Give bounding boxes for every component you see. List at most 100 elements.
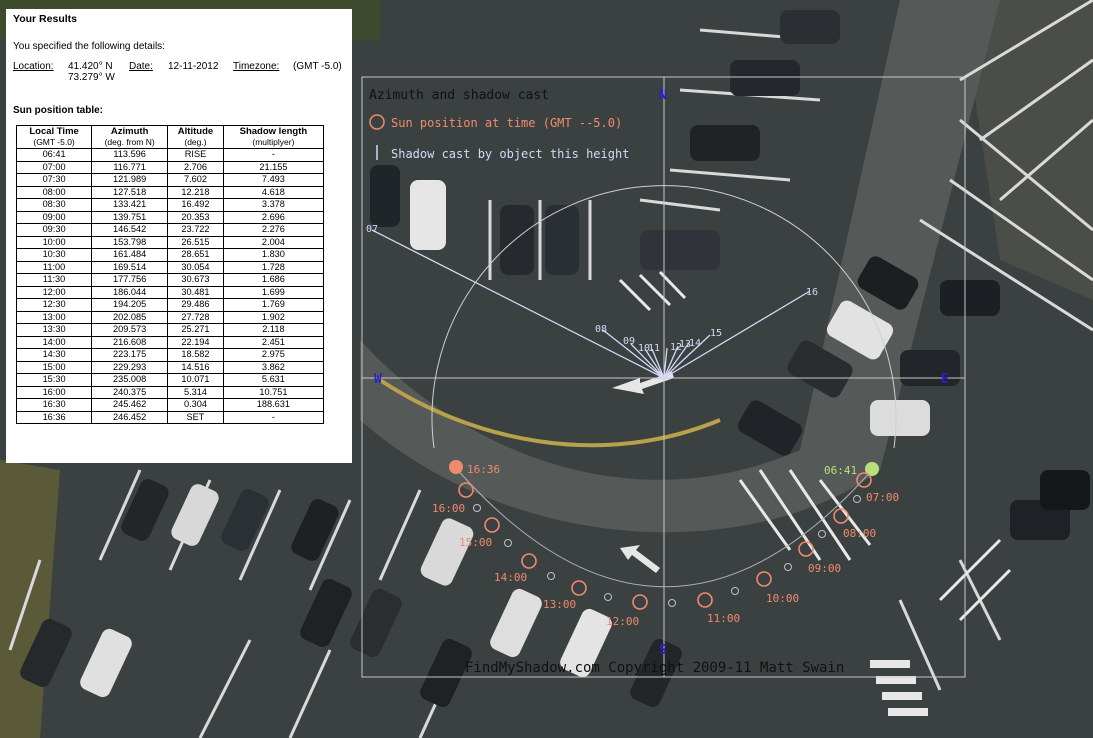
table-row: 15:30 235.008 10.071 5.631 (15, 373, 325, 387)
table-cell: 29.486 (167, 298, 224, 312)
sun-time-label: 06:41 (824, 464, 857, 477)
results-panel: Your Results You specified the following… (6, 9, 352, 463)
table-row: 14:00 216.608 22.194 2.451 (15, 335, 325, 349)
table-row: 11:30 177.756 30.673 1.686 (15, 273, 325, 287)
shadow-hour-label: 11 (648, 343, 660, 354)
column-subtitle: (multiplyer) (252, 137, 295, 147)
table-row: 09:30 146.542 23.722 2.276 (15, 223, 325, 237)
table-cell: 09:30 (15, 223, 93, 237)
shadow-hour-label: 16 (806, 287, 818, 298)
table-row: 12:30 194.205 29.486 1.769 (15, 298, 325, 312)
table-cell: 27.728 (167, 310, 224, 324)
table-cell: 245.462 (91, 398, 169, 412)
sun-time-label: 13:00 (543, 598, 576, 611)
table-cell: 30.054 (167, 260, 224, 274)
table-cell: 25.271 (167, 323, 224, 337)
sun-time-label: 16:36 (467, 463, 500, 476)
table-row: 13:00 202.085 27.728 1.902 (15, 310, 325, 324)
shadow-hour-label: 14 (689, 338, 701, 349)
shadow-hour-label: 09 (623, 336, 635, 347)
table-cell: 139.751 (91, 210, 169, 224)
table-cell: 177.756 (91, 273, 169, 287)
sunset-marker (449, 460, 463, 474)
timezone-value: (GMT -5.0) (293, 61, 342, 72)
table-cell: 14:30 (15, 348, 93, 362)
table-cell: 169.514 (91, 260, 169, 274)
table-cell: 4.618 (222, 185, 325, 199)
table-cell: 13:00 (15, 310, 93, 324)
table-cell: 23.722 (167, 223, 224, 237)
timezone-label: Timezone: (233, 61, 280, 72)
table-cell: 246.452 (91, 410, 169, 424)
table-cell: 18.582 (167, 348, 224, 362)
table-cell: 216.608 (91, 335, 169, 349)
table-cell: 10.751 (222, 385, 325, 399)
half-hour-marker (818, 530, 826, 538)
table-row: 10:00 153.798 26.515 2.004 (15, 235, 325, 249)
table-cell: 08:00 (15, 185, 93, 199)
results-title: Your Results (13, 13, 77, 25)
table-cell: 3.862 (222, 360, 325, 374)
table-cell: 09:00 (15, 210, 93, 224)
table-cell: 2.118 (222, 323, 325, 337)
table-cell: 2.276 (222, 223, 325, 237)
table-cell: 15:30 (15, 373, 93, 387)
column-title: Local Time (29, 126, 79, 137)
legend-sun-label: Sun position at time (GMT --5.0) (391, 116, 622, 130)
latitude-value: 41.420° N (68, 61, 113, 72)
column-title: Altitude (177, 126, 214, 137)
table-cell: 133.421 (91, 198, 169, 212)
table-row: 07:30 121.989 7.602 7.493 (15, 173, 325, 187)
table-cell: 5.314 (167, 385, 224, 399)
sun-time-label: 14:00 (494, 571, 527, 584)
table-cell: 1.830 (222, 248, 325, 262)
table-cell: 2.975 (222, 348, 325, 362)
shadow-lines: 0708091011 1213141516 (366, 224, 818, 379)
sun-position-marker (458, 482, 474, 498)
table-row: 06:41 113.596 RISE - (15, 148, 325, 162)
table-cell: 16:30 (15, 398, 93, 412)
legend-shadow-label: Shadow cast by object this height (391, 147, 629, 161)
table-cell: 11:00 (15, 260, 93, 274)
sun-time-label: 09:00 (808, 562, 841, 575)
table-cell: 07:00 (15, 160, 93, 174)
shadow-hour-label: 08 (595, 324, 607, 335)
table-cell: 1.686 (222, 273, 325, 287)
sun-time-label: 11:00 (707, 612, 740, 625)
table-cell: 12:30 (15, 298, 93, 312)
sun-position-marker (856, 472, 872, 488)
half-hour-marker (668, 599, 676, 607)
copyright-text: FindMyShadow.com Copyright 2009-11 Matt … (465, 660, 844, 676)
table-cell: 113.596 (91, 148, 169, 162)
sun-position-marker (484, 517, 500, 533)
column-subtitle: (GMT -5.0) (33, 137, 75, 147)
table-cell: 153.798 (91, 235, 169, 249)
table-cell: 146.542 (91, 223, 169, 237)
table-cell: - (222, 410, 325, 424)
table-cell: RISE (167, 148, 224, 162)
table-cell: 06:41 (15, 148, 93, 162)
compass-east-label: E (941, 372, 949, 387)
sun-position-marker (833, 508, 849, 524)
table-row: 08:30 133.421 16.492 3.378 (15, 198, 325, 212)
sun-time-label: 16:00 (432, 502, 465, 515)
table-row: 10:30 161.484 28.651 1.830 (15, 248, 325, 262)
table-cell: 14.516 (167, 360, 224, 374)
column-subtitle: (deg. from N) (104, 137, 155, 147)
sun-position-marker (798, 541, 814, 557)
table-cell: 30.481 (167, 285, 224, 299)
table-cell: SET (167, 410, 224, 424)
table-row: 15:00 229.293 14.516 3.862 (15, 360, 325, 374)
sun-position-marker (571, 580, 587, 596)
table-cell: 127.518 (91, 185, 169, 199)
half-hour-marker (853, 495, 861, 503)
sun-position-marker (697, 592, 713, 608)
column-title: Azimuth (110, 126, 149, 137)
table-cell: 16:36 (15, 410, 93, 424)
table-header-cell: Altitude (deg.) (167, 125, 224, 149)
table-cell: 202.085 (91, 310, 169, 324)
table-cell: 12.218 (167, 185, 224, 199)
sun-position-marker (521, 553, 537, 569)
table-cell: 7.602 (167, 173, 224, 187)
date-value: 12-11-2012 (168, 61, 219, 72)
